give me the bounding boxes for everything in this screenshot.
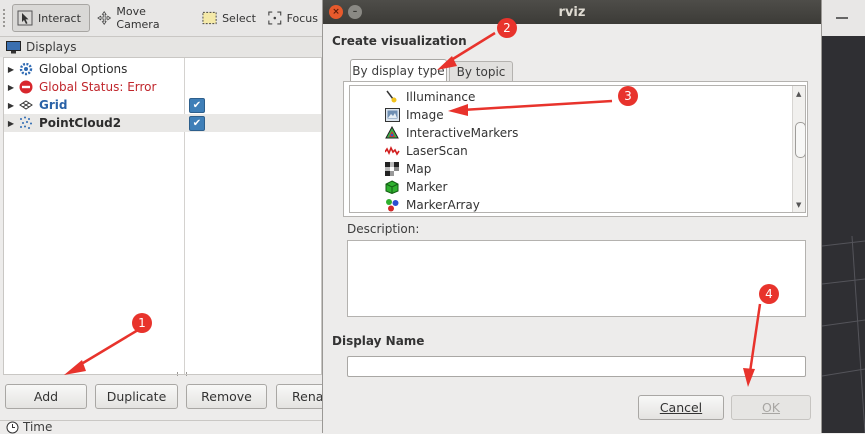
step-badge-4: 4 [759,284,779,304]
arrow-4-shaft [748,303,762,373]
arrow-4-head [743,368,755,387]
annotation-arrows [64,31,762,387]
arrow-3-head [448,104,468,116]
arrow-3-shaft [461,99,613,112]
arrow-1-head [64,360,86,375]
arrow-1-shaft [77,328,139,368]
arrow-2-shaft [447,31,496,64]
step-badge-1: 1 [132,313,152,333]
step-badge-2: 2 [497,18,517,38]
step-badge-3: 3 [618,86,638,106]
